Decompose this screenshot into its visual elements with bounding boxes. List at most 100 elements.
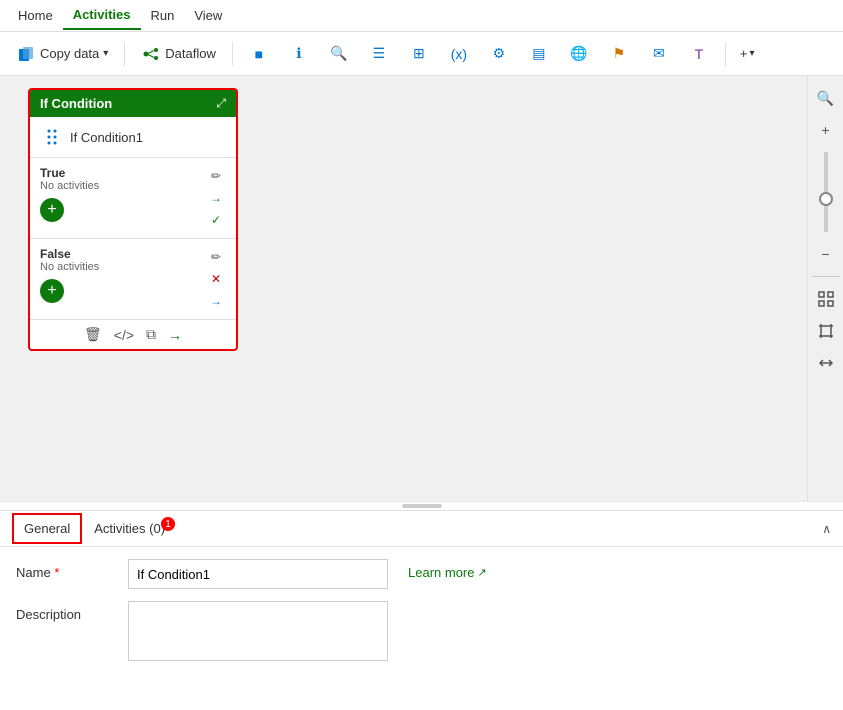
toolbar-icon-btn-1[interactable]: ■ <box>241 40 277 68</box>
toolbar-icon-btn-9[interactable]: 🌐 <box>561 40 597 68</box>
search-icon: 🔍 <box>329 44 349 64</box>
menu-home[interactable]: Home <box>8 2 63 29</box>
toolbar-icon-btn-4[interactable]: ☰ <box>361 40 397 68</box>
table-icon: ⊞ <box>409 44 429 64</box>
false-add-button[interactable]: + <box>40 279 64 303</box>
plus-chevron-icon: ▾ <box>749 48 754 59</box>
code-icon[interactable]: </> <box>114 327 134 343</box>
zoom-panel: 🔍 + − <box>807 76 843 501</box>
if-condition-block-name: If Condition1 <box>70 130 143 145</box>
copy-data-chevron-icon: ▾ <box>103 48 108 59</box>
teams-icon: T <box>689 44 709 64</box>
variable-icon: (x) <box>449 44 469 64</box>
false-edit-icon[interactable]: ✏ <box>206 247 226 267</box>
menu-bar: Home Activities Run View <box>0 0 843 32</box>
toolbar-icon-btn-11[interactable]: ✉ <box>641 40 677 68</box>
true-branch-actions: ✏ → ✓ <box>202 166 226 230</box>
false-arrow-icon[interactable]: → <box>206 291 226 311</box>
info-icon: ℹ <box>289 44 309 64</box>
menu-activities[interactable]: Activities <box>63 1 141 30</box>
toolbar-separator-1 <box>124 42 125 66</box>
fit-page-button[interactable] <box>812 285 840 313</box>
true-edit-icon[interactable]: ✏ <box>206 166 226 186</box>
toolbar-icon-btn-2[interactable]: ℹ <box>281 40 317 68</box>
toolbar-icon-btn-12[interactable]: T <box>681 40 717 68</box>
true-branch: True No activities + ✏ → ✓ <box>30 158 236 239</box>
toolbar-icon-btn-5[interactable]: ⊞ <box>401 40 437 68</box>
plus-label: + <box>740 46 748 61</box>
form-row-description: Description <box>16 601 827 661</box>
panel-drag-handle[interactable] <box>0 501 843 510</box>
if-condition-block: If Condition ⤢ If Condition1 True No act… <box>28 88 238 351</box>
tab-general-label: General <box>24 521 70 536</box>
toolbar-icon-btn-10[interactable]: ⚑ <box>601 40 637 68</box>
toolbar-icon-btn-3[interactable]: 🔍 <box>321 40 357 68</box>
toolbar-icon-btn-7[interactable]: ⚙ <box>481 40 517 68</box>
menu-view[interactable]: View <box>184 2 232 29</box>
bottom-content: Name * Learn more ↗ Description <box>0 547 843 673</box>
if-block-footer: 🗑 </> ⧉ → <box>30 319 236 349</box>
add-button[interactable]: + ▾ <box>734 42 761 65</box>
tab-activities[interactable]: Activities (0) 1 <box>82 513 177 544</box>
dataflow-button[interactable]: Dataflow <box>133 40 224 68</box>
zoom-out-button[interactable]: − <box>812 240 840 268</box>
dataflow-icon <box>141 44 161 64</box>
false-branch-actions: ✏ ✕ → <box>202 247 226 311</box>
learn-more-link[interactable]: Learn more ↗ <box>408 559 487 580</box>
collapse-button[interactable] <box>812 349 840 377</box>
true-add-button[interactable]: + <box>40 198 64 222</box>
search-zoom-button[interactable]: 🔍 <box>812 84 840 112</box>
true-arrow-icon[interactable]: → <box>206 188 226 208</box>
drag-indicator <box>402 504 442 508</box>
copy-data-label: Copy data <box>40 46 99 61</box>
description-label: Description <box>16 601 116 622</box>
copy-icon[interactable]: ⧉ <box>146 326 156 343</box>
if-condition-header: If Condition ⤢ <box>30 90 236 117</box>
settings-icon: ⚙ <box>489 44 509 64</box>
zoom-thumb[interactable] <box>819 192 833 206</box>
flag-icon: ⚑ <box>609 44 629 64</box>
dataflow-label: Dataflow <box>165 46 216 61</box>
name-required-marker: * <box>54 565 59 580</box>
description-input[interactable] <box>128 601 388 661</box>
bottom-panel: General Activities (0) 1 ∧ Name * Learn … <box>0 510 843 710</box>
bottom-tabs-bar: General Activities (0) 1 ∧ <box>0 511 843 547</box>
main-canvas-area: If Condition ⤢ If Condition1 True No act… <box>0 76 843 501</box>
toolbar-separator-2 <box>232 42 233 66</box>
toolbar-separator-3 <box>725 42 726 66</box>
list-icon: ☰ <box>369 44 389 64</box>
false-label: False <box>40 247 202 261</box>
menu-run[interactable]: Run <box>141 2 185 29</box>
form-row-name: Name * Learn more ↗ <box>16 559 827 589</box>
mail-icon: ✉ <box>649 44 669 64</box>
canvas[interactable]: If Condition ⤢ If Condition1 True No act… <box>0 76 843 501</box>
expand-icon[interactable]: ⤢ <box>216 96 226 111</box>
toolbar-icon-btn-6[interactable]: (x) <box>441 40 477 68</box>
true-sub: No activities <box>40 180 202 192</box>
if-condition-title: If Condition <box>40 96 112 111</box>
tab-general[interactable]: General <box>12 513 82 544</box>
globe-icon: 🌐 <box>569 44 589 64</box>
name-input[interactable] <box>128 559 388 589</box>
zoom-in-button[interactable]: + <box>812 116 840 144</box>
tab-activities-label: Activities (0) <box>94 521 165 536</box>
name-label: Name * <box>16 559 116 580</box>
delete-icon[interactable]: 🗑 <box>84 326 102 343</box>
panel-collapse-chevron-icon[interactable]: ∧ <box>822 522 831 536</box>
zoom-track <box>824 152 828 232</box>
copy-data-icon <box>16 44 36 64</box>
tab-activities-badge: 1 <box>161 517 175 531</box>
false-branch: False No activities + ✏ ✕ → <box>30 239 236 319</box>
toolbar-icon-btn-8[interactable]: ▤ <box>521 40 557 68</box>
zoom-divider <box>812 276 840 277</box>
true-check-icon[interactable]: ✓ <box>206 210 226 230</box>
toolbar: Copy data ▾ Dataflow ■ ℹ 🔍 ☰ ⊞ (x) ⚙ ▤ 🌐… <box>0 32 843 76</box>
if-condition-move-icon <box>40 125 64 149</box>
fit-selection-button[interactable] <box>812 317 840 345</box>
if-condition-name-row: If Condition1 <box>30 117 236 158</box>
copy-data-button[interactable]: Copy data ▾ <box>8 40 116 68</box>
run-icon[interactable]: → <box>168 327 182 343</box>
true-label: True <box>40 166 202 180</box>
learn-more-label: Learn more <box>408 565 474 580</box>
false-x-icon[interactable]: ✕ <box>206 269 226 289</box>
